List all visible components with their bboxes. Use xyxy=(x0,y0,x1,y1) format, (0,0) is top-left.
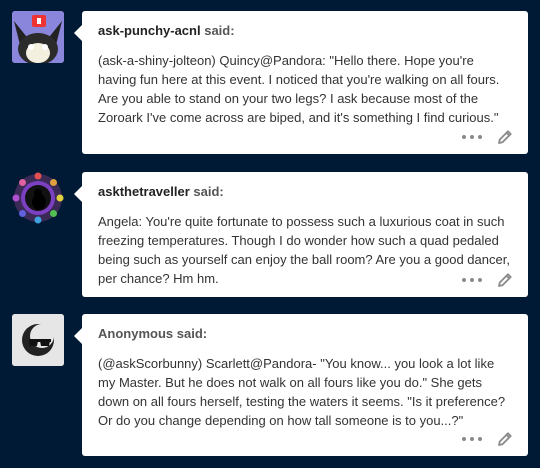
ask-card-2: askthetraveller said: Angela: You're qui… xyxy=(74,172,528,297)
card-footer xyxy=(462,430,514,448)
more-options-icon[interactable] xyxy=(462,129,482,145)
ask-header: ask-punchy-acnl said: xyxy=(98,23,512,39)
avatar-anonymous xyxy=(12,314,64,366)
anonymous-sunglasses-avatar-icon xyxy=(12,314,64,366)
said-label: said: xyxy=(176,326,208,341)
edit-pencil-icon[interactable] xyxy=(496,430,514,448)
punchy-cat-avatar-icon xyxy=(12,11,64,63)
traveller-ring-avatar-icon xyxy=(12,172,64,224)
edit-pencil-icon[interactable] xyxy=(496,128,514,146)
avatar-ask-punchy-acnl[interactable] xyxy=(12,11,64,63)
edit-pencil-icon[interactable] xyxy=(496,271,514,289)
more-options-icon[interactable] xyxy=(462,272,482,288)
asker-name[interactable]: askthetraveller xyxy=(98,184,190,199)
card-footer xyxy=(462,271,514,289)
card-footer xyxy=(462,128,514,146)
avatar-askthetraveller[interactable] xyxy=(12,172,64,224)
question-text: (ask-a-shiny-jolteon) Quincy@Pandora: "H… xyxy=(98,53,500,125)
ask-card-3: Anonymous said: (@askScorbunny) Scarlett… xyxy=(74,314,528,456)
asker-name: Anonymous xyxy=(98,326,174,341)
more-options-icon[interactable] xyxy=(462,431,482,447)
ask-card-1: ask-punchy-acnl said: (ask-a-shiny-jolte… xyxy=(74,11,528,154)
asker-name[interactable]: ask-punchy-acnl xyxy=(98,23,201,38)
question-text: Angela: You're quite fortunate to posses… xyxy=(98,214,510,286)
ask-header: Anonymous said: xyxy=(98,326,512,342)
said-label: said: xyxy=(193,184,224,199)
said-label: said: xyxy=(204,23,235,38)
ask-header: askthetraveller said: xyxy=(98,184,512,200)
question-text: (@askScorbunny) Scarlett@Pandora- "You k… xyxy=(98,356,506,428)
